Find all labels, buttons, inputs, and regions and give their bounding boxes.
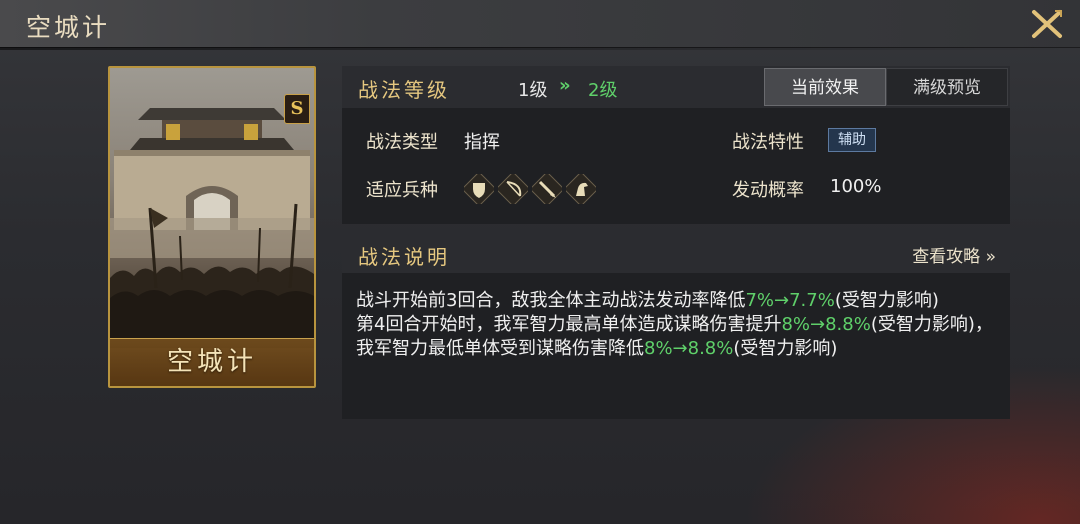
level-arrow-icon: »: [559, 75, 571, 96]
rank-badge: S: [284, 94, 310, 124]
description-section-title: 战法说明: [358, 245, 450, 269]
tactic-type-value: 指挥: [464, 132, 500, 153]
desc-line2-value: 8%→8.8%: [781, 314, 871, 335]
desc-line2-text: 第4回合开始时，我军智力最高单体造成谋略伤害提升: [356, 314, 782, 335]
tactic-detail-screen: 空城计 S 空城计 战法等级 1级 » 2级 当前效果 满级预览 战法类型 指挥…: [0, 0, 1080, 524]
tab-current-effect[interactable]: 当前效果: [764, 68, 886, 106]
level-header: 战法等级 1级 » 2级 当前效果 满级预览: [342, 66, 1010, 108]
header-bar: 空城计: [0, 0, 1080, 50]
unit-types-label: 适应兵种: [366, 180, 438, 201]
tactic-info-panel: 战法等级 1级 » 2级 当前效果 满级预览 战法类型 指挥 战法特性 辅助 适…: [342, 66, 1010, 224]
current-level: 1级: [518, 80, 548, 101]
page-title: 空城计: [26, 13, 111, 42]
level-section-title: 战法等级: [358, 78, 450, 102]
description-header: 战法说明 查看攻略 »: [342, 233, 1010, 273]
shield-infantry-icon: [464, 174, 494, 204]
tactic-trait-label: 战法特性: [732, 132, 804, 153]
description-text: 战斗开始前3回合，敌我全体主动战法发动率降低7%→7.7%(受智力影响) 第4回…: [356, 289, 996, 409]
spear-icon: [532, 174, 562, 204]
tactic-description-panel: 战法说明 查看攻略 » 战斗开始前3回合，敌我全体主动战法发动率降低7%→7.7…: [342, 233, 1010, 419]
close-button[interactable]: [1030, 8, 1064, 40]
bow-archer-icon: [498, 174, 528, 204]
tactic-trait-badge: 辅助: [828, 128, 876, 152]
desc-line1-note: (受智力影响): [834, 290, 939, 311]
view-guide-link[interactable]: 查看攻略 »: [912, 242, 996, 267]
trigger-rate-label: 发动概率: [732, 180, 804, 201]
tactic-type-label: 战法类型: [366, 132, 438, 153]
desc-line2-note: (受智力影响): [733, 338, 838, 359]
desc-line1-text: 战斗开始前3回合，敌我全体主动战法发动率降低: [356, 290, 746, 311]
tactic-card: S 空城计: [108, 66, 316, 388]
horse-cavalry-icon: [566, 174, 596, 204]
next-level: 2级: [588, 80, 618, 101]
close-icon: [1032, 10, 1062, 38]
trigger-rate-value: 100%: [830, 176, 882, 197]
tab-max-level-preview[interactable]: 满级预览: [886, 68, 1008, 106]
desc-line2-value2: 8%→8.8%: [644, 338, 734, 359]
desc-line1-value: 7%→7.7%: [745, 290, 835, 311]
card-name: 空城计: [166, 347, 257, 377]
